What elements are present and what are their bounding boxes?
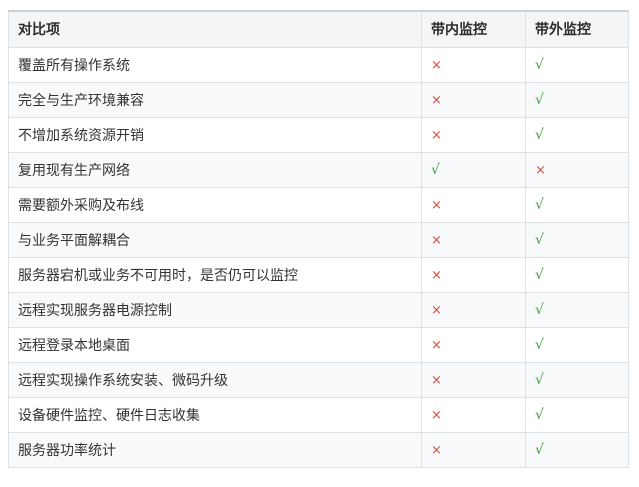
row-in-band: × xyxy=(421,431,526,468)
out-band-mark: √ xyxy=(535,336,544,353)
row-item: 服务器功率统计 xyxy=(8,431,422,468)
in-band-mark: × xyxy=(431,407,442,423)
table-row: 完全与生产环境兼容 × √ xyxy=(8,81,629,118)
out-band-mark: √ xyxy=(535,196,544,213)
row-item: 服务器宕机或业务不可用时，是否仍可以监控 xyxy=(8,256,422,293)
table-row: 远程实现服务器电源控制 × √ xyxy=(8,291,629,328)
row-in-band: × xyxy=(421,291,526,328)
row-in-band: × xyxy=(421,256,526,293)
row-out-band: √ xyxy=(525,186,629,223)
row-in-band: × xyxy=(421,396,526,433)
row-item: 覆盖所有操作系统 xyxy=(8,46,422,83)
row-in-band: × xyxy=(421,81,526,118)
in-band-mark: × xyxy=(431,127,442,143)
row-item: 完全与生产环境兼容 xyxy=(8,81,422,118)
row-item: 复用现有生产网络 xyxy=(8,151,422,188)
in-band-mark: × xyxy=(431,57,442,73)
row-out-band: × xyxy=(525,151,629,188)
in-band-mark: √ xyxy=(431,161,440,178)
table-row: 远程实现操作系统安装、微码升级 × √ xyxy=(8,361,629,398)
table-body: 覆盖所有操作系统 × √ 完全与生产环境兼容 × √ 不增加系统资源开销 × √… xyxy=(8,46,629,468)
out-band-mark: √ xyxy=(535,441,544,458)
row-out-band: √ xyxy=(525,291,629,328)
in-band-mark: × xyxy=(431,442,442,458)
row-out-band: √ xyxy=(525,256,629,293)
table-row: 不增加系统资源开销 × √ xyxy=(8,116,629,153)
row-in-band: × xyxy=(421,221,526,258)
in-band-mark: × xyxy=(431,197,442,213)
row-item: 远程实现服务器电源控制 xyxy=(8,291,422,328)
row-out-band: √ xyxy=(525,326,629,363)
table-row: 设备硬件监控、硬件日志收集 × √ xyxy=(8,396,629,433)
row-item: 远程登录本地桌面 xyxy=(8,326,422,363)
row-in-band: × xyxy=(421,361,526,398)
in-band-mark: × xyxy=(431,232,442,248)
row-out-band: √ xyxy=(525,46,629,83)
row-item: 不增加系统资源开销 xyxy=(8,116,422,153)
out-band-mark: √ xyxy=(535,301,544,318)
table-row: 与业务平面解耦合 × √ xyxy=(8,221,629,258)
in-band-mark: × xyxy=(431,267,442,283)
in-band-mark: × xyxy=(431,372,442,388)
in-band-mark: × xyxy=(431,337,442,353)
out-band-mark: × xyxy=(535,162,546,178)
out-band-mark: √ xyxy=(535,406,544,423)
comparison-table: 对比项 带内监控 带外监控 覆盖所有操作系统 × √ 完全与生产环境兼容 × √… xyxy=(8,10,629,468)
header-out-band: 带外监控 xyxy=(525,10,629,48)
out-band-mark: √ xyxy=(535,266,544,283)
row-out-band: √ xyxy=(525,396,629,433)
row-in-band: × xyxy=(421,116,526,153)
table-header-row: 对比项 带内监控 带外监控 xyxy=(8,10,629,48)
out-band-mark: √ xyxy=(535,56,544,73)
row-in-band: × xyxy=(421,326,526,363)
row-item: 与业务平面解耦合 xyxy=(8,221,422,258)
header-in-band: 带内监控 xyxy=(421,10,526,48)
row-item: 设备硬件监控、硬件日志收集 xyxy=(8,396,422,433)
row-out-band: √ xyxy=(525,116,629,153)
row-in-band: × xyxy=(421,46,526,83)
row-in-band: √ xyxy=(421,151,526,188)
in-band-mark: × xyxy=(431,302,442,318)
table-row: 服务器功率统计 × √ xyxy=(8,431,629,468)
row-item: 远程实现操作系统安装、微码升级 xyxy=(8,361,422,398)
table-row: 服务器宕机或业务不可用时，是否仍可以监控 × √ xyxy=(8,256,629,293)
row-item: 需要额外采购及布线 xyxy=(8,186,422,223)
table-row: 复用现有生产网络 √ × xyxy=(8,151,629,188)
out-band-mark: √ xyxy=(535,231,544,248)
in-band-mark: × xyxy=(431,92,442,108)
out-band-mark: √ xyxy=(535,371,544,388)
row-in-band: × xyxy=(421,186,526,223)
row-out-band: √ xyxy=(525,221,629,258)
comparison-table-container: 对比项 带内监控 带外监控 覆盖所有操作系统 × √ 完全与生产环境兼容 × √… xyxy=(8,10,629,468)
row-out-band: √ xyxy=(525,431,629,468)
table-row: 需要额外采购及布线 × √ xyxy=(8,186,629,223)
header-item: 对比项 xyxy=(8,10,422,48)
out-band-mark: √ xyxy=(535,91,544,108)
row-out-band: √ xyxy=(525,81,629,118)
table-row: 覆盖所有操作系统 × √ xyxy=(8,46,629,83)
out-band-mark: √ xyxy=(535,126,544,143)
row-out-band: √ xyxy=(525,361,629,398)
table-row: 远程登录本地桌面 × √ xyxy=(8,326,629,363)
